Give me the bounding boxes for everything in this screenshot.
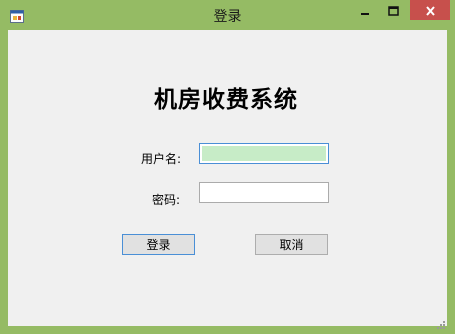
- password-label: 密码:: [152, 193, 181, 207]
- login-button[interactable]: 登录: [122, 234, 195, 255]
- close-button[interactable]: [410, 0, 450, 20]
- system-heading: 机房收费系统: [154, 86, 298, 113]
- maximize-button[interactable]: [382, 0, 404, 20]
- form-client-area: 机房收费系统 用户名: 密码: 登录 取消: [8, 30, 447, 329]
- resize-grip-icon[interactable]: [435, 314, 445, 329]
- cancel-button[interactable]: 取消: [255, 234, 328, 255]
- minimize-button[interactable]: [354, 0, 376, 20]
- title-bar[interactable]: 登录: [0, 0, 455, 30]
- close-icon: [425, 1, 436, 20]
- username-input-autofill-highlight: [202, 146, 326, 161]
- minimize-icon: [360, 1, 370, 20]
- username-label: 用户名:: [141, 152, 182, 166]
- login-window: 登录 机房收费系统 用户名: 密码: 登录 取消: [0, 0, 455, 334]
- password-input[interactable]: [199, 182, 329, 203]
- maximize-icon: [387, 1, 399, 20]
